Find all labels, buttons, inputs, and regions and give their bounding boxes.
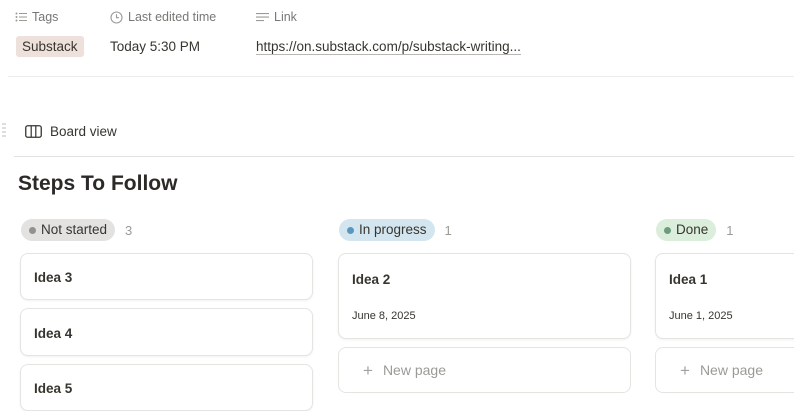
tags-label: Tags xyxy=(32,10,59,24)
drag-handle-icon[interactable] xyxy=(2,121,6,145)
status-dot xyxy=(347,226,354,234)
column-count: 3 xyxy=(125,222,133,238)
new-page-button[interactable]: + New page xyxy=(338,347,631,393)
link-value[interactable]: https://on.substack.com/p/substack-writi… xyxy=(256,39,521,55)
new-page-button[interactable]: + New page xyxy=(655,347,794,393)
status-dot xyxy=(664,226,671,234)
link-label: Link xyxy=(274,10,297,24)
plus-icon: + xyxy=(363,360,373,380)
status-label: Not started xyxy=(41,222,108,237)
column-header-in-progress[interactable]: In progress 1 xyxy=(339,219,452,241)
board-card-idea-2[interactable]: Idea 2 June 8, 2025 xyxy=(338,253,631,339)
status-label: Done xyxy=(676,222,709,237)
board-view-label: Board view xyxy=(50,124,117,139)
properties-divider xyxy=(8,76,794,77)
text-lines-icon xyxy=(256,13,269,22)
status-dot xyxy=(29,226,36,234)
card-title: Idea 4 xyxy=(34,326,73,341)
status-pill-in-progress[interactable]: In progress xyxy=(339,219,435,241)
new-page-label: New page xyxy=(699,362,763,378)
column-header-done[interactable]: Done 1 xyxy=(656,219,734,241)
status-pill-not-started[interactable]: Not started xyxy=(21,219,116,241)
plus-icon: + xyxy=(680,360,690,380)
list-icon xyxy=(15,12,27,22)
board-card-idea-3[interactable]: Idea 3 xyxy=(20,253,313,300)
tab-board-view[interactable]: Board view xyxy=(25,124,117,139)
column-count: 1 xyxy=(444,222,452,238)
last-edited-value: Today 5:30 PM xyxy=(110,39,201,54)
link-property-header[interactable]: Link xyxy=(256,9,297,25)
column-header-not-started[interactable]: Not started 3 xyxy=(21,219,132,241)
column-count: 1 xyxy=(726,222,734,238)
card-date: June 8, 2025 xyxy=(352,310,416,322)
card-title: Idea 5 xyxy=(34,381,73,396)
card-date: June 1, 2025 xyxy=(669,310,733,322)
card-title: Idea 1 xyxy=(669,272,708,287)
tags-property-header[interactable]: Tags xyxy=(15,9,58,25)
board-icon xyxy=(25,125,42,138)
last-edited-label: Last edited time xyxy=(128,10,217,24)
card-title: Idea 2 xyxy=(352,272,391,287)
status-pill-done[interactable]: Done xyxy=(656,219,717,241)
view-divider xyxy=(14,156,794,157)
board-card-idea-5[interactable]: Idea 5 xyxy=(20,364,313,411)
last-edited-property-header[interactable]: Last edited time xyxy=(110,9,216,25)
board-title: Steps To Follow xyxy=(18,172,178,195)
card-title: Idea 3 xyxy=(34,270,73,285)
board-card-idea-4[interactable]: Idea 4 xyxy=(20,308,313,356)
status-label: In progress xyxy=(359,222,427,237)
new-page-label: New page xyxy=(382,362,446,378)
tag-substack[interactable]: Substack xyxy=(16,36,84,57)
clock-icon xyxy=(110,10,123,24)
board-card-idea-1[interactable]: Idea 1 June 1, 2025 xyxy=(655,253,794,339)
